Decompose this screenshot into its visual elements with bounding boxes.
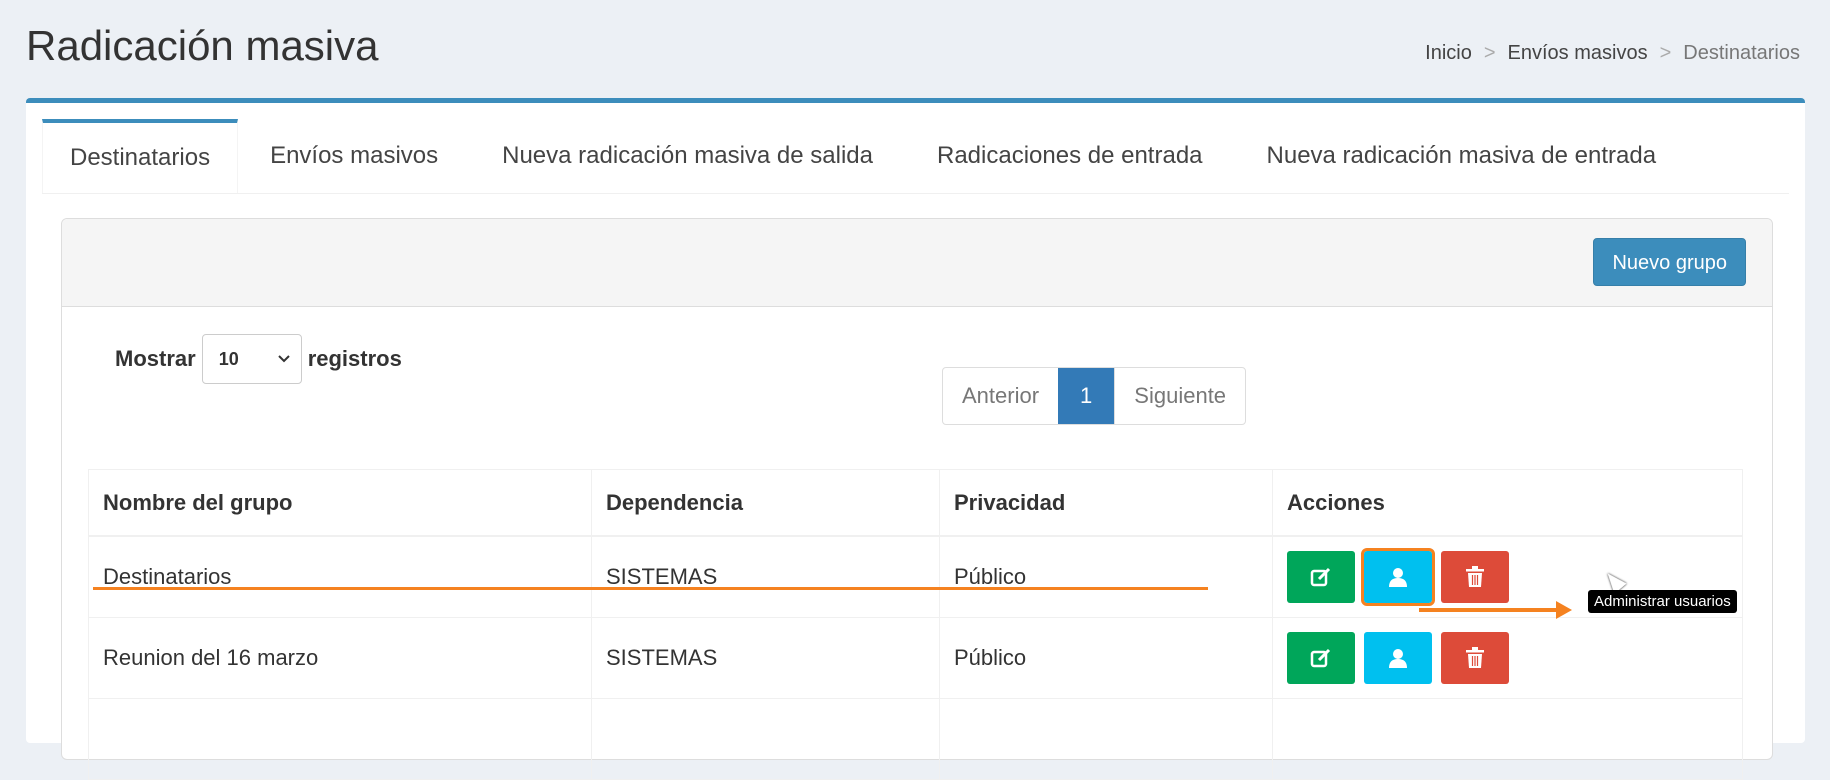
cell-empty xyxy=(1272,698,1743,780)
panel-header: Nuevo grupo xyxy=(62,219,1772,307)
trash-icon xyxy=(1466,647,1484,668)
table-header-row: Nombre del grupo Dependencia Privacidad … xyxy=(88,469,1743,537)
col-header-name[interactable]: Nombre del grupo xyxy=(88,469,592,537)
chevron-down-icon xyxy=(277,355,290,363)
page-title: Radicación masiva xyxy=(26,22,379,69)
pagination: Anterior 1 Siguiente xyxy=(942,367,1247,425)
cell-empty xyxy=(591,698,940,780)
page-length-select[interactable]: 10 xyxy=(201,334,302,384)
breadcrumb-envios[interactable]: Envíos masivos xyxy=(1508,42,1648,65)
cell-privacy: Público xyxy=(939,535,1273,618)
tab-envios-masivos[interactable]: Envíos masivos xyxy=(238,119,470,193)
length-prefix: Mostrar xyxy=(115,346,196,371)
edit-button[interactable] xyxy=(1287,551,1355,603)
breadcrumb-home[interactable]: Inicio xyxy=(1425,42,1472,65)
pager-next[interactable]: Siguiente xyxy=(1114,368,1245,424)
annotation-arrow-head xyxy=(1556,601,1572,619)
trash-icon xyxy=(1466,566,1484,587)
manage-users-button[interactable] xyxy=(1361,548,1435,606)
pager-page-1[interactable]: 1 xyxy=(1058,368,1115,424)
user-icon xyxy=(1389,568,1407,587)
edit-icon xyxy=(1310,648,1331,668)
col-header-dependency[interactable]: Dependencia xyxy=(591,469,940,537)
content-box: Destinatarios Envíos masivos Nueva radic… xyxy=(26,98,1805,780)
cell-group-name: Destinatarios xyxy=(88,535,592,618)
table-row: Destinatarios SISTEMAS Público xyxy=(88,535,1743,618)
user-icon xyxy=(1389,649,1407,668)
delete-button[interactable] xyxy=(1441,551,1509,603)
col-header-privacy[interactable]: Privacidad xyxy=(939,469,1273,537)
table-row xyxy=(88,698,1743,780)
cell-dependency: SISTEMAS xyxy=(591,535,940,618)
breadcrumb-separator: > xyxy=(1659,42,1672,64)
cell-actions xyxy=(1272,617,1743,699)
edit-button[interactable] xyxy=(1287,632,1355,684)
breadcrumb-current: Destinatarios xyxy=(1683,42,1800,64)
groups-table: Nombre del grupo Dependencia Privacidad … xyxy=(88,469,1743,780)
cell-empty xyxy=(939,698,1273,780)
annotation-arrow xyxy=(1419,608,1559,612)
pager-previous[interactable]: Anterior xyxy=(943,368,1058,424)
tab-nueva-entrada[interactable]: Nueva radicación masiva de entrada xyxy=(1235,119,1689,193)
col-header-actions: Acciones xyxy=(1272,469,1743,537)
delete-button[interactable] xyxy=(1441,632,1509,684)
table-row: Reunion del 16 marzo SISTEMAS Público xyxy=(88,617,1743,699)
manage-users-button[interactable] xyxy=(1364,632,1432,684)
new-group-button[interactable]: Nuevo grupo xyxy=(1593,238,1746,286)
cell-dependency: SISTEMAS xyxy=(591,617,940,699)
breadcrumb: Inicio > Envíos masivos > Destinatarios xyxy=(1425,42,1800,65)
tab-destinatarios[interactable]: Destinatarios xyxy=(42,119,239,193)
cell-empty xyxy=(88,698,592,780)
groups-panel: Nuevo grupo Mostrar 10 registros Anterio… xyxy=(61,218,1773,780)
tab-radicaciones-entrada[interactable]: Radicaciones de entrada xyxy=(905,119,1235,193)
page-length-control: Mostrar 10 registros xyxy=(115,334,402,384)
cell-privacy: Público xyxy=(939,617,1273,699)
length-suffix: registros xyxy=(307,346,402,371)
breadcrumb-separator: > xyxy=(1483,42,1496,64)
tooltip: Administrar usuarios xyxy=(1588,590,1737,613)
page-length-value: 10 xyxy=(218,348,239,369)
cell-group-name: Reunion del 16 marzo xyxy=(88,617,592,699)
edit-icon xyxy=(1310,567,1331,587)
tab-nueva-salida[interactable]: Nueva radicación masiva de salida xyxy=(470,119,905,193)
annotation-underline xyxy=(93,587,1208,590)
tab-bar: Destinatarios Envíos masivos Nueva radic… xyxy=(42,119,1789,194)
